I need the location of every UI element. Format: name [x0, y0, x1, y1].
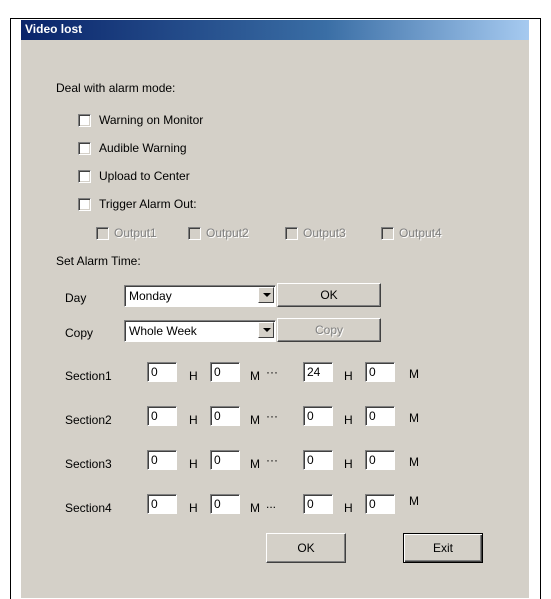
video-lost-dialog: Video lost Deal with alarm mode: Warning…	[21, 20, 529, 598]
section1-end-minute-input[interactable]: 0	[365, 362, 395, 382]
dialog-title: Video lost	[25, 22, 83, 36]
title-bar[interactable]: Video lost	[21, 20, 529, 40]
section1-start-hour-input[interactable]: 0	[147, 362, 177, 382]
trigger-alarm-out-label: Trigger Alarm Out:	[99, 197, 197, 211]
day-label: Day	[65, 291, 87, 305]
section3-label: Section3	[65, 457, 112, 471]
output4-checkbox[interactable]	[381, 227, 394, 240]
upload-to-center-label: Upload to Center	[99, 169, 190, 183]
minute-unit-label: M	[409, 494, 419, 508]
chevron-down-icon[interactable]	[258, 287, 274, 303]
hour-unit-label: H	[344, 501, 353, 515]
hour-unit-label: H	[189, 413, 198, 427]
section2-end-minute-input[interactable]: 0	[365, 406, 395, 426]
minute-unit-label: M	[409, 367, 419, 381]
output3-checkbox[interactable]	[285, 227, 298, 240]
minute-unit-label: M	[250, 457, 260, 471]
section4-end-minute-input[interactable]: 0	[365, 494, 395, 514]
minute-unit-label: M	[250, 501, 260, 515]
hour-unit-label: H	[344, 413, 353, 427]
section3-end-hour-input[interactable]: 0	[303, 450, 333, 470]
section4-label: Section4	[65, 501, 112, 515]
hour-unit-label: H	[189, 369, 198, 383]
range-separator: ···	[266, 365, 278, 379]
warning-on-monitor-checkbox[interactable]	[78, 114, 91, 127]
ok-button[interactable]: OK	[266, 533, 346, 563]
day-ok-button[interactable]: OK	[277, 283, 381, 307]
copy-select[interactable]: Whole Week	[124, 320, 276, 342]
range-separator: ...	[266, 497, 277, 511]
minute-unit-label: M	[409, 411, 419, 425]
output1-checkbox[interactable]	[96, 227, 109, 240]
output2-label: Output2	[206, 226, 249, 240]
section2-end-hour-input[interactable]: 0	[303, 406, 333, 426]
section2-start-minute-input[interactable]: 0	[210, 406, 240, 426]
exit-button[interactable]: Exit	[403, 533, 483, 563]
output2-checkbox[interactable]	[188, 227, 201, 240]
section1-start-minute-input[interactable]: 0	[210, 362, 240, 382]
output3-label: Output3	[303, 226, 346, 240]
audible-warning-checkbox[interactable]	[78, 142, 91, 155]
minute-unit-label: M	[250, 413, 260, 427]
hour-unit-label: H	[344, 369, 353, 383]
output4-label: Output4	[399, 226, 442, 240]
copy-select-value: Whole Week	[129, 324, 197, 338]
minute-unit-label: M	[250, 369, 260, 383]
day-select-value: Monday	[129, 289, 172, 303]
section1-label: Section1	[65, 369, 112, 383]
range-separator: ···	[266, 453, 278, 467]
section3-start-hour-input[interactable]: 0	[147, 450, 177, 470]
day-select[interactable]: Monday	[124, 285, 276, 307]
section2-start-hour-input[interactable]: 0	[147, 406, 177, 426]
audible-warning-label: Audible Warning	[99, 141, 187, 155]
range-separator: ···	[266, 409, 278, 423]
alarm-mode-label: Deal with alarm mode:	[56, 81, 176, 95]
set-alarm-time-label: Set Alarm Time:	[56, 254, 141, 268]
section4-start-minute-input[interactable]: 0	[210, 494, 240, 514]
output1-label: Output1	[114, 226, 157, 240]
hour-unit-label: H	[189, 457, 198, 471]
minute-unit-label: M	[409, 455, 419, 469]
section3-end-minute-input[interactable]: 0	[365, 450, 395, 470]
section1-end-hour-input[interactable]: 24	[303, 362, 333, 382]
upload-to-center-checkbox[interactable]	[78, 170, 91, 183]
copy-label: Copy	[65, 326, 94, 340]
section4-end-hour-input[interactable]: 0	[303, 494, 333, 514]
trigger-alarm-out-checkbox[interactable]	[78, 198, 91, 211]
section3-start-minute-input[interactable]: 0	[210, 450, 240, 470]
section2-label: Section2	[65, 413, 112, 427]
chevron-down-icon[interactable]	[258, 322, 274, 338]
section4-start-hour-input[interactable]: 0	[147, 494, 177, 514]
hour-unit-label: H	[344, 457, 353, 471]
warning-on-monitor-label: Warning on Monitor	[99, 113, 204, 127]
hour-unit-label: H	[189, 501, 198, 515]
copy-button[interactable]: Copy	[277, 318, 381, 342]
